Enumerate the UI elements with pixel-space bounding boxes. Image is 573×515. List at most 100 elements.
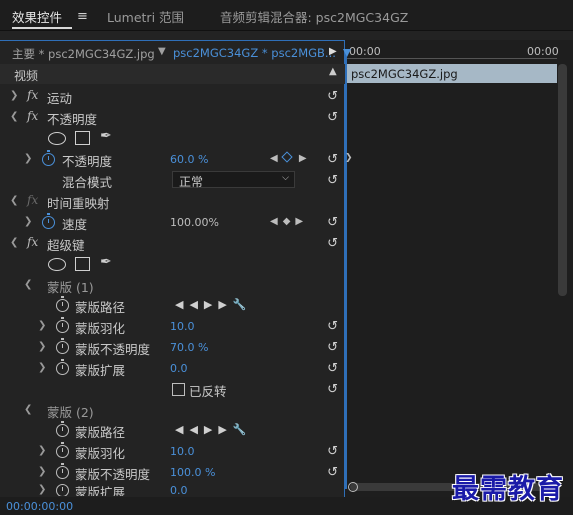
mask-track-buttons[interactable]: ◀◀▶▶🔧 (175, 298, 253, 311)
collapse-chevron-icon[interactable]: ❮ (24, 404, 32, 415)
property-label: 蒙版羽化 (75, 446, 126, 461)
mask-track-buttons[interactable]: ◀◀▶▶🔧 (175, 423, 253, 436)
video-section-header (0, 64, 345, 84)
tab-lumetri-scopes[interactable]: Lumetri 范围 (107, 7, 184, 26)
reset-icon[interactable]: ↺ (327, 361, 338, 376)
stopwatch-icon[interactable] (42, 213, 55, 229)
stopwatch-icon[interactable] (56, 484, 69, 496)
property-row-mask-feather: ❯ 蒙版羽化 10.0 ↺ (0, 441, 345, 462)
dropdown-arrow-icon[interactable]: ▼ (158, 46, 166, 57)
reset-icon[interactable]: ↺ (327, 382, 338, 397)
mask-expansion-value[interactable]: 0.0 (170, 362, 188, 375)
reset-icon[interactable]: ↺ (327, 89, 338, 104)
timeline-ruler[interactable] (345, 58, 557, 59)
stopwatch-icon[interactable] (56, 338, 69, 354)
property-row-mask-expansion: ❯ 蒙版扩展 0.0 ↺ (0, 358, 345, 379)
blend-mode-select[interactable]: 正常 ⌵ (172, 171, 295, 189)
rectangle-mask-icon[interactable] (75, 257, 90, 271)
collapse-chevron-icon[interactable]: ❮ (10, 195, 18, 206)
property-row-opacity: ❯ 不透明度 60.0 % ◀ ▶ ↺ (0, 149, 345, 170)
playhead[interactable] (345, 49, 347, 489)
expand-chevron-icon[interactable]: ❯ (38, 466, 46, 477)
mask-feather-value[interactable]: 10.0 (170, 445, 195, 458)
effect-timeline[interactable] (345, 40, 573, 515)
mask-opacity-value[interactable]: 100.0 % (170, 466, 215, 479)
expand-chevron-icon[interactable]: ❯ (10, 90, 18, 101)
opacity-value[interactable]: 60.0 % (170, 153, 208, 166)
effect-row-ultra-key[interactable]: ❮ fx 超级键 ↺ (0, 233, 345, 254)
reset-icon[interactable]: ↺ (327, 236, 338, 251)
property-label: 蒙版不透明度 (75, 342, 151, 357)
collapse-chevron-icon[interactable]: ❮ (10, 111, 18, 122)
speed-value[interactable]: 100.00% (170, 216, 219, 229)
property-row-mask-path: 蒙版路径 ◀◀▶▶🔧 (0, 295, 345, 316)
playhead-handle-icon[interactable] (343, 49, 351, 57)
mask-row-2[interactable]: ❮ 蒙版 (2) (0, 400, 345, 421)
inverted-label: 已反转 (189, 384, 227, 399)
keyframe-marker-icon[interactable]: ❯ (345, 153, 353, 163)
reset-icon[interactable]: ↺ (327, 173, 338, 188)
expand-chevron-icon[interactable]: ❯ (38, 445, 46, 456)
stopwatch-icon[interactable] (56, 359, 69, 375)
tab-effect-controls[interactable]: 效果控件 (12, 7, 62, 26)
mask-feather-value[interactable]: 10.0 (170, 320, 195, 333)
reset-icon[interactable]: ↺ (327, 319, 338, 334)
expand-chevron-icon[interactable]: ❯ (38, 320, 46, 331)
inverted-checkbox[interactable] (172, 383, 185, 396)
mask-opacity-value[interactable]: 70.0 % (170, 341, 208, 354)
expand-chevron-icon[interactable]: ❯ (38, 362, 46, 373)
reset-icon[interactable]: ↺ (327, 215, 338, 230)
keyframe-navigator[interactable]: ◀◆▶ (270, 216, 308, 227)
play-arrow-icon[interactable]: ▶ (329, 46, 337, 57)
expand-chevron-icon[interactable]: ❯ (38, 341, 46, 352)
property-label: 混合模式 (62, 175, 113, 190)
property-label: 蒙版路径 (75, 425, 126, 440)
keyframe-navigator[interactable]: ◀ ▶ (270, 151, 312, 164)
collapse-chevron-icon[interactable]: ❮ (10, 237, 18, 248)
video-section-label: 视频 (14, 69, 39, 83)
expand-chevron-icon[interactable]: ❯ (24, 153, 32, 164)
ellipse-mask-icon[interactable] (48, 132, 66, 145)
stopwatch-icon[interactable] (56, 296, 69, 312)
reset-icon[interactable]: ↺ (327, 152, 338, 167)
mask-row-1[interactable]: ❮ 蒙版 (1) (0, 275, 345, 296)
collapse-chevron-icon[interactable]: ❮ (24, 279, 32, 290)
effect-label: 时间重映射 (47, 196, 110, 211)
effect-row-opacity[interactable]: ❮ fx 不透明度 ↺ (0, 107, 345, 128)
current-timecode[interactable]: 00:00:00:00 (6, 500, 73, 513)
reset-icon[interactable]: ↺ (327, 340, 338, 355)
stopwatch-icon[interactable] (56, 421, 69, 437)
fx-icon[interactable]: fx (27, 235, 38, 249)
stopwatch-icon[interactable] (42, 150, 55, 166)
effect-row-motion[interactable]: ❯ fx 运动 ↺ (0, 86, 345, 107)
collapse-up-icon[interactable]: ▲ (329, 66, 337, 77)
stopwatch-icon[interactable] (56, 442, 69, 458)
keyframe-diamond-icon[interactable] (281, 151, 293, 163)
pen-icon[interactable]: ✒ (100, 254, 112, 270)
property-row-mask-opacity: ❯ 蒙版不透明度 100.0 % ↺ (0, 462, 345, 483)
ellipse-mask-icon[interactable] (48, 258, 66, 271)
mask-expansion-value[interactable]: 0.0 (170, 484, 188, 496)
property-row-mask-path: 蒙版路径 ◀◀▶▶🔧 (0, 420, 345, 441)
clip-tab-sequence[interactable]: psc2MGC34GZ * psc2MGB... (173, 46, 336, 60)
vertical-scrollbar[interactable] (558, 64, 567, 296)
reset-icon[interactable]: ↺ (327, 465, 338, 480)
stopwatch-icon[interactable] (56, 317, 69, 333)
rectangle-mask-icon[interactable] (75, 131, 90, 145)
fx-icon[interactable]: fx (27, 88, 38, 102)
expand-chevron-icon[interactable]: ❯ (38, 484, 46, 495)
stopwatch-icon[interactable] (56, 463, 69, 479)
fx-icon[interactable]: fx (27, 109, 38, 123)
expand-chevron-icon[interactable]: ❯ (24, 216, 32, 227)
mask-tools-row: ✒ (0, 128, 345, 149)
clip-tab-master[interactable]: 主要 * psc2MGC34GZ.jpg (12, 46, 155, 62)
reset-icon[interactable]: ↺ (327, 110, 338, 125)
property-row-mask-feather: ❯ 蒙版羽化 10.0 ↺ (0, 316, 345, 337)
tab-audio-clip-mixer[interactable]: 音频剪辑混合器: psc2MGC34GZ (220, 7, 408, 26)
panel-menu-icon[interactable]: ≡ (77, 9, 88, 24)
zoom-handle[interactable] (348, 482, 358, 492)
mask-tools-row: ✒ (0, 254, 345, 275)
pen-icon[interactable]: ✒ (100, 128, 112, 144)
reset-icon[interactable]: ↺ (327, 444, 338, 459)
effect-row-time-remap[interactable]: ❮ fx 时间重映射 (0, 191, 345, 212)
